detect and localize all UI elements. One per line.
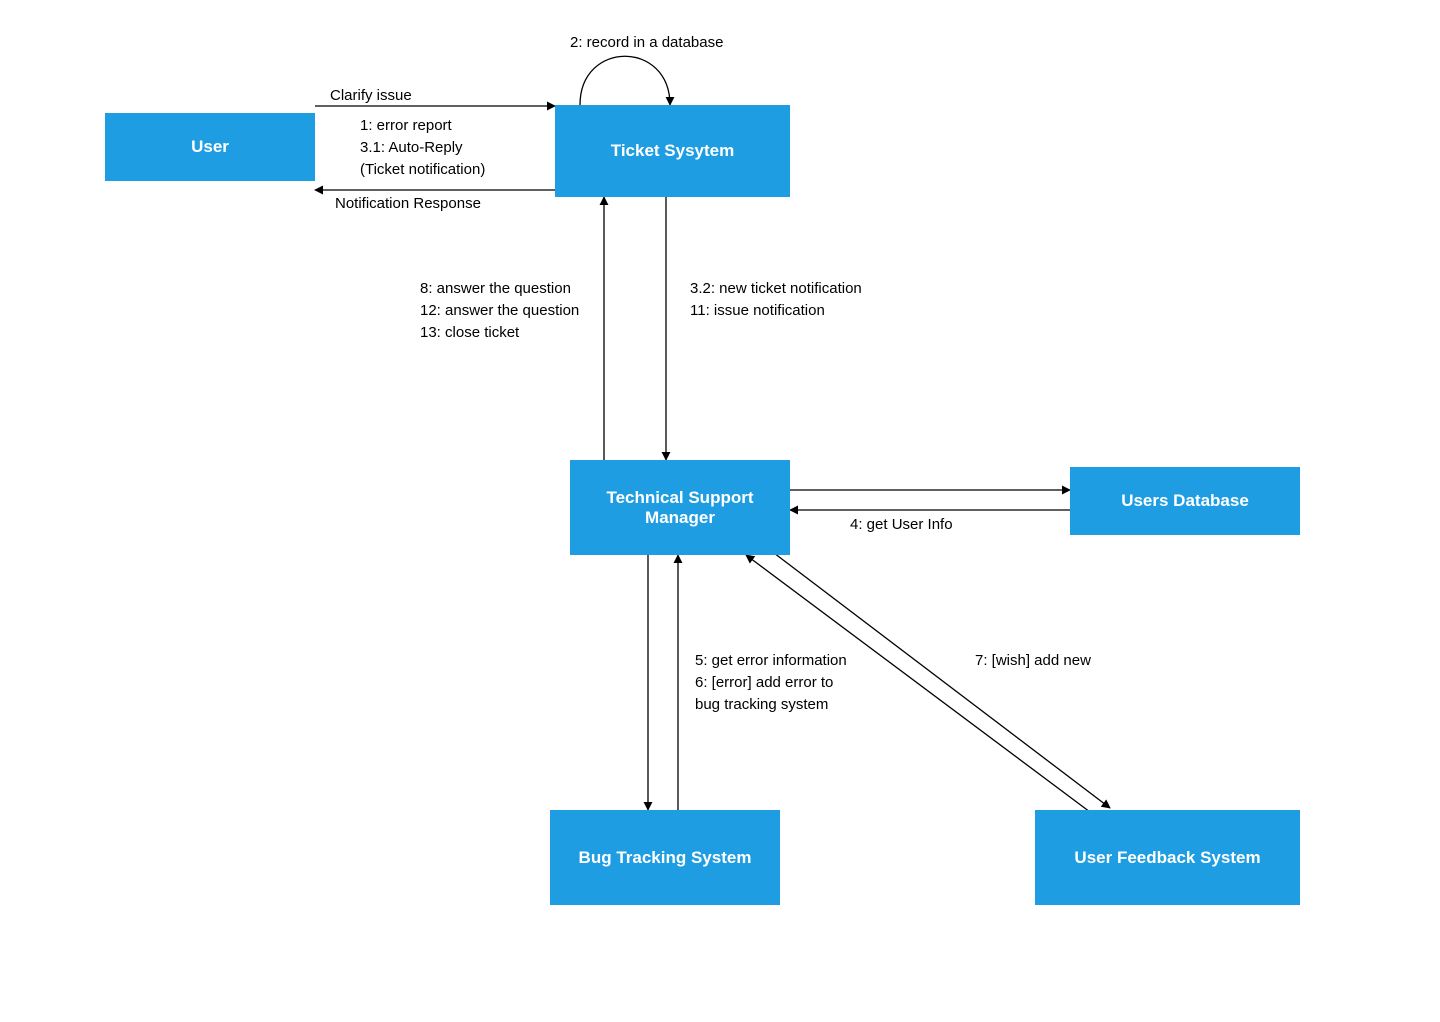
label-clarify: Clarify issue <box>330 85 412 107</box>
node-user-feedback-label: User Feedback System <box>1074 848 1260 868</box>
node-users-database: Users Database <box>1070 467 1300 535</box>
node-user-label: User <box>191 137 229 157</box>
label-down-to-tsm: 3.2: new ticket notification 11: issue n… <box>690 278 862 322</box>
node-tsm: Technical Support Manager <box>570 460 790 555</box>
node-bug-tracking: Bug Tracking System <box>550 810 780 905</box>
node-users-database-label: Users Database <box>1121 491 1249 511</box>
node-bug-tracking-label: Bug Tracking System <box>579 848 752 868</box>
node-tsm-label: Technical Support Manager <box>606 488 753 528</box>
label-wish-add-new: 7: [wish] add new <box>975 650 1091 672</box>
node-user: User <box>105 113 315 181</box>
label-get-user-info: 4: get User Info <box>850 514 953 536</box>
node-ticket-system-label: Ticket Sysytem <box>611 141 734 161</box>
label-up-to-ts: 8: answer the question 12: answer the qu… <box>420 278 579 343</box>
node-ticket-system: Ticket Sysytem <box>555 105 790 197</box>
node-user-feedback: User Feedback System <box>1035 810 1300 905</box>
label-notification-response: Notification Response <box>335 193 481 215</box>
label-to-bug: 5: get error information 6: [error] add … <box>695 650 847 715</box>
label-error-report-block: 1: error report 3.1: Auto-Reply (Ticket … <box>360 115 485 180</box>
label-self-loop: 2: record in a database <box>570 32 723 54</box>
